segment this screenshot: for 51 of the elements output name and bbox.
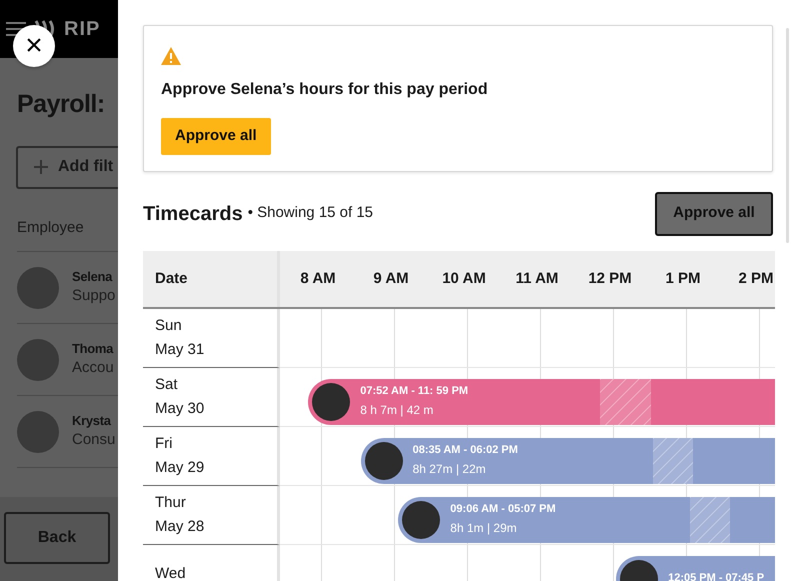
page-title: Payroll:	[16, 89, 106, 120]
shift-duration: 8h 27m | 22m	[412, 460, 487, 478]
day-label: Wed	[155, 564, 187, 581]
shift-duration: 8 h 7m | 42 m	[360, 402, 434, 419]
shift-times: 12:05 PM - 07:45 P	[668, 570, 764, 581]
hour-label: 11 AM	[516, 269, 558, 290]
date-label: May 31	[155, 340, 206, 360]
day-label: Fri	[155, 434, 174, 454]
employee-role: Suppo	[72, 286, 116, 306]
column-header: Date	[155, 268, 189, 289]
approve-all-button[interactable]: Approve all	[161, 118, 271, 154]
employee-name: Selena	[72, 269, 114, 286]
avatar-placeholder	[17, 266, 59, 308]
avatar-placeholder	[364, 442, 403, 480]
avatar-placeholder	[402, 500, 440, 538]
employee-name: Krysta	[72, 413, 112, 430]
brand-name: RIP	[64, 17, 100, 42]
day-label: Sat	[155, 375, 179, 396]
warning-icon	[161, 46, 181, 65]
hour-label: 10 AM	[442, 269, 486, 290]
date-label: May 30	[155, 398, 206, 418]
hour-label: 8 AM	[300, 269, 336, 290]
employee-role: Accou	[72, 358, 114, 378]
shift-times: 07:52 AM - 11: 59 PM	[360, 384, 468, 400]
avatar-placeholder	[17, 410, 59, 452]
hour-label: 9 AM	[373, 269, 409, 290]
approve-all-button[interactable]: Approve all	[655, 192, 773, 236]
avatar-placeholder	[312, 382, 350, 420]
employee-name: Thoma	[72, 341, 114, 358]
shift-bar[interactable]: 09:06 AM - 05:07 PM 8h 1m | 29m	[398, 496, 775, 542]
showing-count: • Showing 15 of 15	[248, 203, 374, 224]
avatar-placeholder	[17, 338, 59, 380]
employee-role: Consu	[72, 430, 116, 450]
day-label: Sun	[155, 316, 183, 336]
shift-bar[interactable]: 08:35 AM - 06:02 PM 8h 27m | 22m	[360, 438, 775, 484]
shift-bar[interactable]: 12:05 PM - 07:45 P	[616, 556, 775, 581]
shift-bar[interactable]: 07:52 AM - 11: 59 PM 8 h 7m | 42 m	[308, 378, 775, 424]
hour-label: 12 PM	[588, 269, 632, 290]
shift-times: 08:35 AM - 06:02 PM	[412, 443, 518, 458]
plus-icon	[34, 160, 48, 174]
day-label: Thur	[155, 493, 187, 514]
date-label: May 28	[155, 516, 206, 536]
section-title: Timecards	[143, 202, 243, 226]
date-label: May 29	[155, 458, 206, 478]
alert-message: Approve Selena’s hours for this pay period	[161, 80, 489, 100]
shift-duration: 8h 1m | 29m	[450, 520, 518, 537]
hour-label: 2 PM	[738, 269, 774, 290]
scrollbar[interactable]	[786, 28, 789, 243]
back-button[interactable]: Back	[4, 512, 110, 564]
shift-times: 09:06 AM - 05:07 PM	[450, 502, 556, 518]
hour-label: 1 PM	[666, 269, 700, 290]
